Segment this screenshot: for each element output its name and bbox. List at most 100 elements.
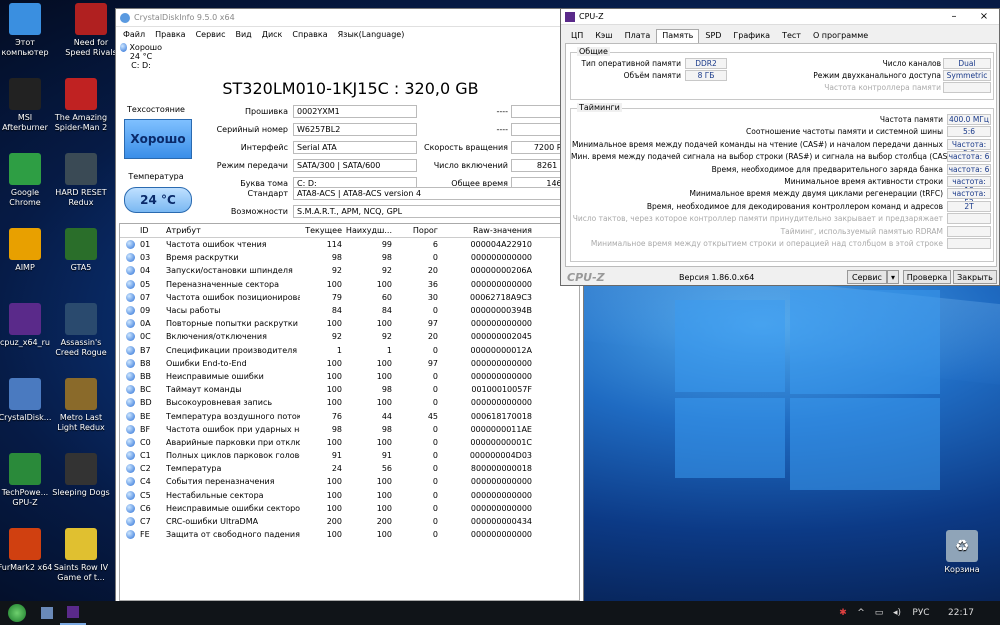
table-row[interactable]: BB Неисправимые ошибки 100 100 0 000000000000 xyxy=(120,370,579,383)
desktop-icon[interactable]: The Amazing Spider-Man 2 xyxy=(52,78,110,133)
desktop-icon[interactable]: Need for Speed Rivals xyxy=(62,3,120,58)
recycle-bin[interactable]: ♻ Корзина xyxy=(933,530,991,575)
taskbar-cpuz[interactable] xyxy=(60,601,86,625)
desktop-icon[interactable]: cpuz_x64_ru xyxy=(0,303,54,348)
desktop-icon[interactable]: Assassin's Creed Rogue xyxy=(52,303,110,358)
table-row[interactable]: 05 Переназначенные сектора 100 100 36 0000000… xyxy=(120,278,579,291)
start-button[interactable] xyxy=(0,601,34,625)
table-row[interactable]: 03 Время раскрутки 98 98 0 000000000000 xyxy=(120,251,579,264)
table-row[interactable]: 0C Включения/отключения 92 92 20 000000002045 xyxy=(120,330,579,343)
menu-item[interactable]: Сервис xyxy=(191,30,231,39)
desktop-icon[interactable]: MSI Afterburner xyxy=(0,78,54,133)
table-row[interactable]: 09 Часы работы 84 84 0 00000000394B xyxy=(120,304,579,317)
col-id[interactable]: ID xyxy=(140,226,166,235)
table-row[interactable]: BC Таймаут команды 100 98 0 00100010057F xyxy=(120,383,579,396)
tab[interactable]: Графика xyxy=(727,29,776,43)
tab[interactable]: О программе xyxy=(807,29,874,43)
network-icon[interactable]: ▭ xyxy=(870,601,888,625)
show-desktop-button[interactable] xyxy=(986,601,1000,625)
language-indicator[interactable]: РУС xyxy=(906,601,936,625)
table-cell: 24 xyxy=(331,464,342,474)
check-button[interactable]: Проверка xyxy=(903,270,951,284)
table-cell: 92 xyxy=(331,332,342,342)
desktop-icon[interactable]: FurMark2 x64 xyxy=(0,528,54,573)
col-threshold[interactable]: Порог xyxy=(392,226,438,235)
menu-item[interactable]: Язык(Language) xyxy=(333,30,410,39)
desktop-icon[interactable]: Этот компьютер xyxy=(0,3,54,58)
col-raw[interactable]: Raw-значения xyxy=(438,226,534,235)
table-row[interactable]: C7 CRC-ошибки UltraDMA 200 200 0 000000000434 xyxy=(120,515,579,528)
status-cell xyxy=(120,279,140,289)
desktop-icon[interactable]: Sleeping Dogs xyxy=(52,453,110,498)
gta-icon xyxy=(65,228,97,260)
table-row[interactable]: 0A Повторные попытки раскрутки 100 100 97 000… xyxy=(120,317,579,330)
table-row[interactable]: C0 Аварийные парковки при отключении пи..… xyxy=(120,436,579,449)
table-cell: 800000000018 xyxy=(470,464,532,474)
table-row[interactable]: BD Высокоуровневая запись 100 100 0 000000000… xyxy=(120,396,579,409)
table-row[interactable]: 01 Частота ошибок чтения 114 99 6 000004A2291… xyxy=(120,238,579,251)
table-row[interactable]: BF Частота ошибок при ударных нагрузках 98… xyxy=(120,423,579,436)
desktop-icon[interactable]: GTA5 xyxy=(52,228,110,273)
table-row[interactable]: BE Температура воздушного потока 76 44 45 000… xyxy=(120,409,579,422)
table-row[interactable]: C1 Полных циклов парковок головок 91 91 0 000… xyxy=(120,449,579,462)
clock[interactable]: 22:17 xyxy=(936,601,986,625)
close-button[interactable]: × xyxy=(969,11,999,22)
tab[interactable]: Тест xyxy=(776,29,807,43)
tray-arrow-icon[interactable]: ^ xyxy=(852,601,870,625)
health-status-badge[interactable]: Хорошо xyxy=(124,119,192,159)
desktop-icon[interactable]: CrystalDisk... xyxy=(0,378,54,423)
taskbar-crystaldisk[interactable] xyxy=(34,601,60,625)
desktop-icon[interactable]: Google Chrome xyxy=(0,153,54,208)
minimize-button[interactable]: – xyxy=(939,11,969,22)
menu-item[interactable]: Диск xyxy=(257,30,288,39)
close-app-button[interactable]: Закрыть xyxy=(953,270,997,284)
col-attribute[interactable]: Атрибут xyxy=(166,226,300,235)
desktop-icon[interactable]: HARD RESET Redux xyxy=(52,153,110,208)
tab[interactable]: Плата xyxy=(619,29,657,43)
tab[interactable]: Кэш xyxy=(589,29,618,43)
col-worst[interactable]: Наихудш... xyxy=(342,226,392,235)
table-cell: 000618170018 xyxy=(470,411,532,421)
desktop-icon[interactable]: Saints Row IV Game of t... xyxy=(52,528,110,583)
features-value: S.M.A.R.T., APM, NCQ, GPL xyxy=(293,205,578,218)
table-row[interactable]: 07 Частота ошибок позиционирования 79 60 30 0… xyxy=(120,291,579,304)
temperature-badge[interactable]: 24 °C xyxy=(124,187,192,213)
service-dropdown-button[interactable]: ▾ xyxy=(887,270,899,284)
table-cell: C7 xyxy=(140,517,151,527)
disk-tab[interactable]: Хорошо 24 °C C: D: xyxy=(120,43,162,70)
desktop-icon-label: cpuz_x64_ru xyxy=(0,338,51,347)
table-cell: 0 xyxy=(432,464,438,474)
table-cell: 100 xyxy=(326,503,342,513)
col-current[interactable]: Текущее xyxy=(300,226,342,235)
menu-item[interactable]: Вид xyxy=(230,30,256,39)
table-row[interactable]: FE Защита от свободного падения 100 100 0 000… xyxy=(120,528,579,541)
table-row[interactable]: C4 События переназначения 100 100 0 000000000… xyxy=(120,475,579,488)
table-row[interactable]: 04 Запуски/остановки шпинделя 92 92 20 000000… xyxy=(120,264,579,277)
table-cell: 98 xyxy=(381,385,392,395)
table-row[interactable]: B7 Спецификации производителя 1 1 0 000000000… xyxy=(120,344,579,357)
desktop-icon[interactable]: Metro Last Light Redux xyxy=(52,378,110,433)
desktop-icon[interactable]: TechPowe... GPU-Z xyxy=(0,453,54,508)
field-value: SATA/300 | SATA/600 xyxy=(293,159,417,172)
chrome-icon xyxy=(9,153,41,185)
tray-icon[interactable]: ✱ xyxy=(834,601,852,625)
table-row[interactable]: B8 Ошибки End-to-End 100 100 97 000000000000 xyxy=(120,357,579,370)
desktop-icon-label: Этот компьютер xyxy=(1,38,49,57)
field-label: ---- xyxy=(496,107,508,116)
table-cell: Высокоуровневая запись xyxy=(166,398,273,408)
table-cell: BF xyxy=(140,424,151,434)
table-row[interactable]: C5 Нестабильные сектора 100 100 0 00000000000… xyxy=(120,489,579,502)
timing-label: Частота памяти xyxy=(879,115,943,124)
volume-icon[interactable]: ◂) xyxy=(888,601,906,625)
menu-item[interactable]: Файл xyxy=(118,30,150,39)
table-row[interactable]: C2 Температура 24 56 0 800000000018 xyxy=(120,462,579,475)
tab[interactable]: ЦП xyxy=(565,29,589,43)
tab[interactable]: SPD xyxy=(699,29,727,43)
desktop-icon[interactable]: AIMP xyxy=(0,228,54,273)
menu-item[interactable]: Правка xyxy=(150,30,190,39)
menu-item[interactable]: Справка xyxy=(287,30,332,39)
tab[interactable]: Память xyxy=(656,29,700,43)
service-button[interactable]: Сервис xyxy=(847,270,887,284)
table-cell: 00000000012A xyxy=(470,345,532,355)
table-row[interactable]: C6 Неисправимые ошибки секторов 100 100 0 000… xyxy=(120,502,579,515)
